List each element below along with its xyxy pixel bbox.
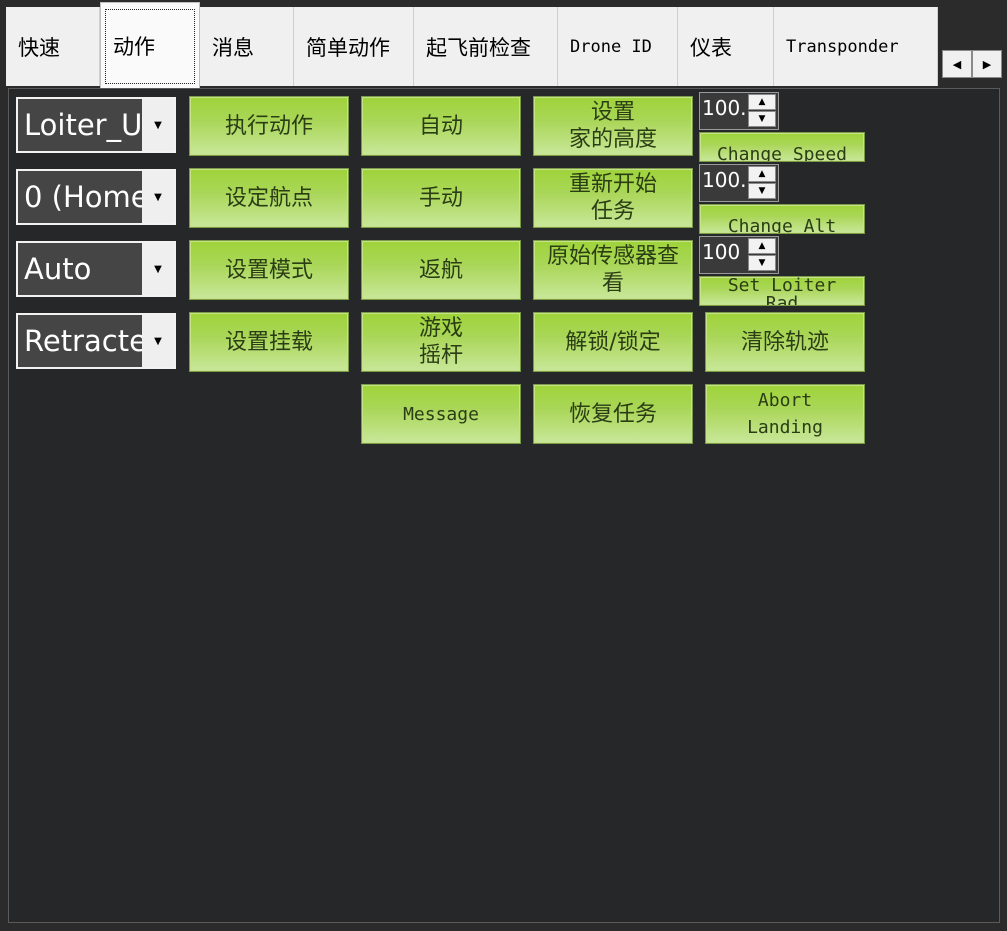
tab-drone-id[interactable]: Drone ID (558, 7, 678, 86)
set-home-alt-button[interactable]: 设置 家的高度 (533, 96, 693, 156)
tab-actions[interactable]: 动作 (100, 2, 200, 88)
spin-up-icon[interactable]: ▲ (748, 238, 776, 254)
set-loiter-rad-button[interactable]: Set Loiter Rad (699, 276, 865, 306)
tab-strip: 快速 动作 消息 简单动作 起飞前检查 Drone ID 仪表 Transpon… (0, 0, 1007, 88)
tab-messages[interactable]: 消息 (200, 7, 294, 86)
spin-up-icon[interactable]: ▲ (748, 94, 776, 110)
dropdown-arrow-icon[interactable]: ▼ (142, 171, 174, 223)
change-speed-button[interactable]: Change Speed (699, 132, 865, 162)
mode-combo[interactable]: Auto ▼ (16, 241, 176, 297)
tab-quick[interactable]: 快速 (6, 7, 100, 86)
speed-spinner[interactable]: 100. ▲ ▼ (699, 92, 779, 130)
focus-rect (105, 9, 195, 84)
auto-button[interactable]: 自动 (361, 96, 521, 156)
abort-landing-button[interactable]: Abort Landing (705, 384, 865, 444)
change-alt-button[interactable]: Change Alt (699, 204, 865, 234)
action-combo[interactable]: Loiter_Unlim ▼ (16, 97, 176, 153)
joystick-button[interactable]: 游戏 摇杆 (361, 312, 521, 372)
restart-mission-button[interactable]: 重新开始 任务 (533, 168, 693, 228)
dropdown-arrow-icon[interactable]: ▼ (142, 243, 174, 295)
tab-preflight[interactable]: 起飞前检查 (414, 7, 558, 86)
dropdown-arrow-icon[interactable]: ▼ (142, 315, 174, 367)
tab-transponder[interactable]: Transponder (774, 7, 938, 86)
tab-simple-actions[interactable]: 简单动作 (294, 7, 414, 86)
set-mount-button[interactable]: 设置挂载 (189, 312, 349, 372)
spin-down-icon[interactable]: ▼ (748, 183, 776, 199)
manual-button[interactable]: 手动 (361, 168, 521, 228)
tab-gauges[interactable]: 仪表 (678, 7, 774, 86)
actions-panel: Loiter_Unlim ▼ 0 (Home) ▼ Auto ▼ Retract… (8, 88, 1000, 923)
resume-mission-button[interactable]: 恢复任务 (533, 384, 693, 444)
do-action-button[interactable]: 执行动作 (189, 96, 349, 156)
mount-combo[interactable]: Retracted ▼ (16, 313, 176, 369)
tab-scroll-right-icon[interactable]: ▶ (972, 50, 1002, 78)
tab-scroll-left-icon[interactable]: ◀ (942, 50, 972, 78)
alt-spinner[interactable]: 100. ▲ ▼ (699, 164, 779, 202)
loiter-spinner[interactable]: 100 ▲ ▼ (699, 236, 779, 274)
raw-sensor-view-button[interactable]: 原始传感器查 看 (533, 240, 693, 300)
arm-disarm-button[interactable]: 解锁/锁定 (533, 312, 693, 372)
waypoint-combo[interactable]: 0 (Home) ▼ (16, 169, 176, 225)
dropdown-arrow-icon[interactable]: ▼ (142, 99, 174, 151)
set-waypoint-button[interactable]: 设定航点 (189, 168, 349, 228)
set-mode-button[interactable]: 设置模式 (189, 240, 349, 300)
spin-up-icon[interactable]: ▲ (748, 166, 776, 182)
rtl-button[interactable]: 返航 (361, 240, 521, 300)
spin-down-icon[interactable]: ▼ (748, 255, 776, 271)
message-button[interactable]: Message (361, 384, 521, 444)
spin-down-icon[interactable]: ▼ (748, 111, 776, 127)
clear-track-button[interactable]: 清除轨迹 (705, 312, 865, 372)
